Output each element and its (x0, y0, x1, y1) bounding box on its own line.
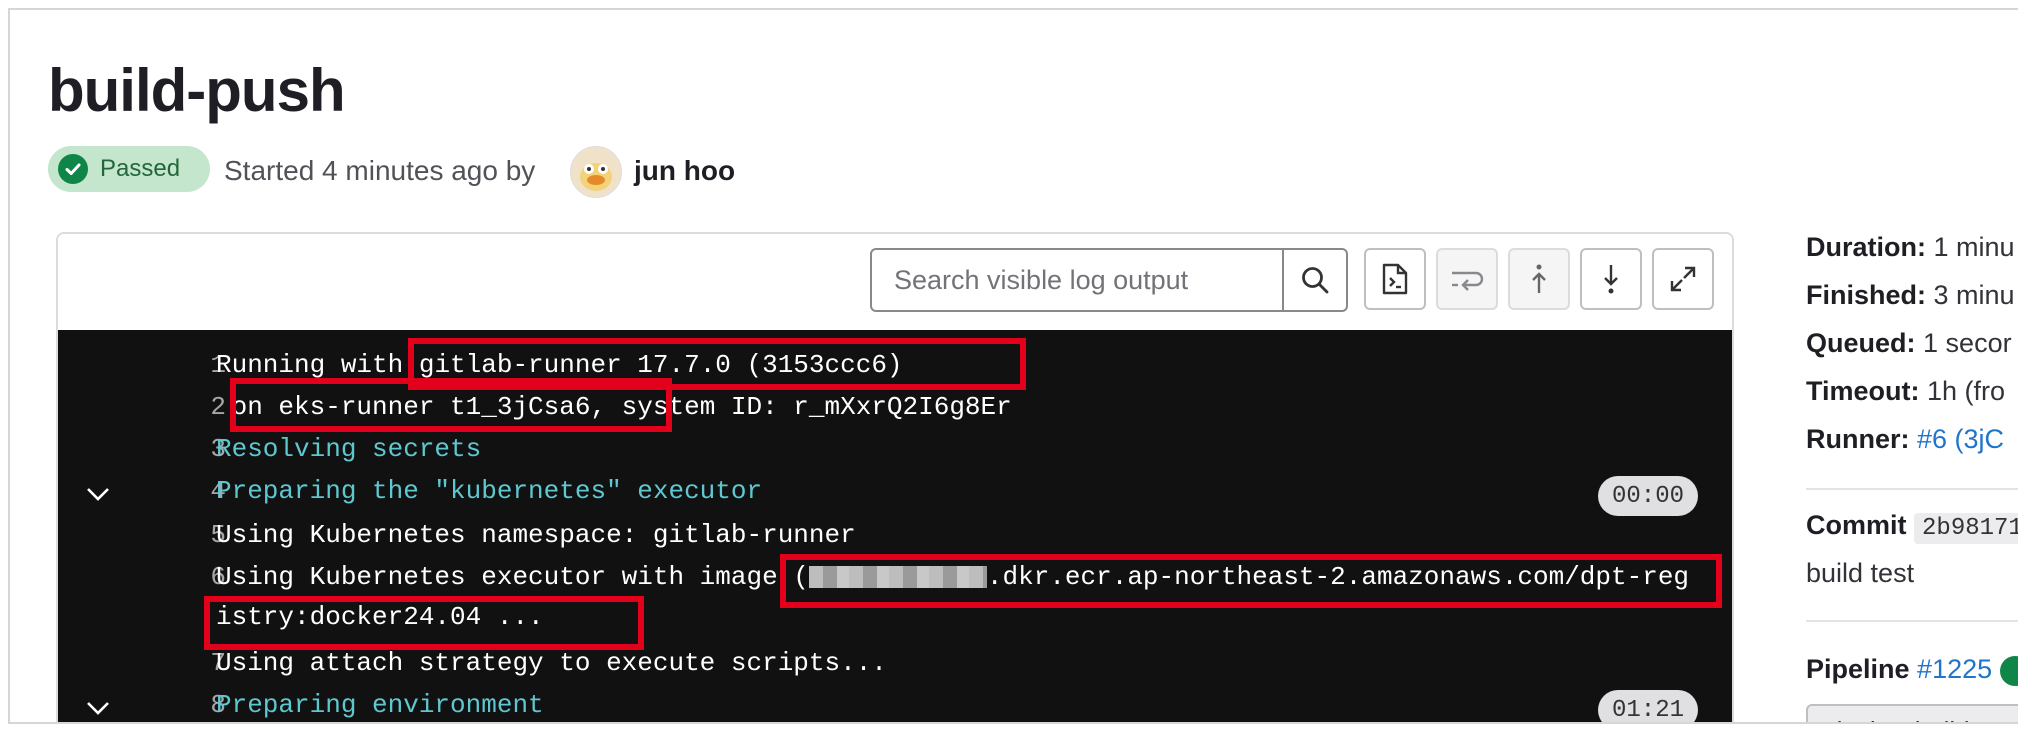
raw-log-icon (1382, 263, 1408, 295)
fullscreen-button[interactable] (1652, 248, 1714, 310)
runner-link[interactable]: #6 (3jC (1917, 424, 2004, 454)
started-text: Started 4 minutes ago by (224, 155, 536, 186)
search-icon (1302, 267, 1329, 294)
job-log-panel: 1 Running with gitlab-runner 17.7.0 (315… (56, 232, 1734, 722)
highlight-box (204, 596, 644, 650)
fullscreen-icon (1670, 266, 1696, 292)
log-search (870, 248, 1348, 312)
wrap-lines-icon (1452, 271, 1484, 291)
log-line: 7 Using attach strategy to execute scrip… (210, 648, 887, 678)
log-section-header[interactable]: 4 Preparing the "kubernetes" executor 00… (58, 476, 1732, 516)
finished-row: Finished: 3 minu (1806, 280, 2015, 310)
log-line: 3 Resolving secrets (210, 434, 482, 464)
commit-sha[interactable]: 2b98171 (1914, 513, 2018, 544)
stage-select[interactable]: docker-build (1806, 704, 2018, 722)
chevron-down-icon[interactable] (84, 694, 112, 722)
duration-row: Duration: 1 minu (1806, 232, 2015, 262)
status-badge[interactable]: Passed (48, 146, 210, 192)
job-page: build-push Passed Started 4 minutes ago … (8, 8, 2018, 724)
page-title: build-push (48, 57, 346, 124)
timeout-row: Timeout: 1h (fro (1806, 376, 2006, 406)
show-raw-log-button[interactable] (1364, 248, 1426, 310)
scroll-bottom-button[interactable] (1580, 248, 1642, 310)
highlight-box (230, 378, 672, 432)
pipeline-link[interactable]: #1225 (1917, 654, 1992, 684)
section-duration-badge: 00:00 (1598, 476, 1698, 516)
highlight-box (780, 554, 1722, 608)
commit-row: Commit 2b98171 (1806, 510, 2018, 544)
log-output: 1 Running with gitlab-runner 17.7.0 (315… (58, 330, 1732, 722)
search-button[interactable] (1282, 250, 1346, 310)
pipeline-status-icon (1999, 655, 2018, 686)
pipeline-row: Pipeline #1225 (1806, 654, 2018, 686)
log-toolbar (58, 234, 1732, 331)
author-name[interactable]: jun hoo (634, 155, 735, 187)
commit-message: build test (1806, 558, 1915, 588)
log-search-input[interactable] (872, 250, 1282, 310)
scroll-top-button[interactable] (1508, 248, 1570, 310)
runner-row: Runner: #6 (3jC (1806, 424, 2005, 454)
scroll-top-icon (1532, 264, 1546, 293)
divider (1806, 488, 2018, 490)
status-label: Passed (100, 155, 181, 182)
divider (1806, 620, 2018, 622)
wrap-lines-button[interactable] (1436, 248, 1498, 310)
check-circle-icon (58, 154, 88, 184)
section-duration-badge: 01:21 (1598, 690, 1698, 722)
avatar[interactable] (570, 146, 622, 198)
queued-row: Queued: 1 secor (1806, 328, 2012, 358)
scroll-bottom-icon (1604, 265, 1618, 294)
chevron-down-icon[interactable] (84, 480, 112, 508)
log-section-header[interactable]: 8 Preparing environment 01:21 (58, 690, 1732, 722)
